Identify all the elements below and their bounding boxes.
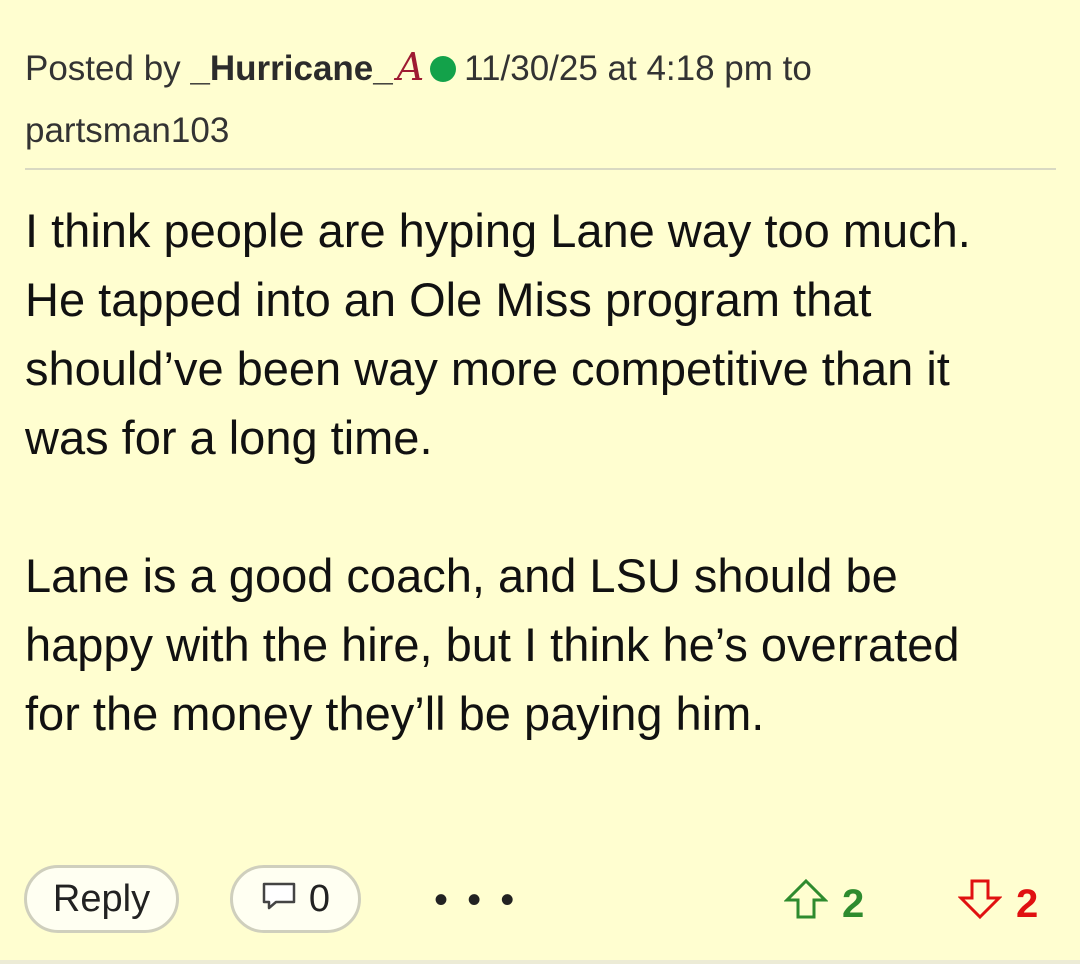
post-bottom-divider [0, 960, 1080, 964]
reply-button-label: Reply [52, 877, 151, 920]
arrow-down-icon [957, 878, 1003, 930]
online-status-icon [430, 56, 457, 82]
alabama-script-a-icon: A [396, 45, 425, 89]
post-paragraph: Lane is a good coach, and LSU should be … [25, 549, 960, 740]
posted-by-prefix: Posted by [25, 49, 181, 88]
header-divider [25, 168, 1056, 170]
post-header: Posted by _Hurricane_ A 11/30/25 at 4:18 p… [25, 36, 1055, 162]
post-paragraph: I think people are hyping Lane way too m… [25, 204, 971, 464]
author-username[interactable]: _Hurricane_ [190, 49, 392, 88]
comment-bubble-icon [261, 878, 297, 921]
reply-button[interactable]: Reply [24, 865, 179, 933]
post-body: I think people are hyping Lane way too m… [25, 196, 1065, 748]
comments-button[interactable]: 0 [230, 865, 361, 933]
downvote-count: 2 [1016, 881, 1039, 926]
post-timestamp: 11/30/25 at 4:18 pm [464, 49, 773, 88]
arrow-up-icon [783, 878, 829, 930]
upvote-button[interactable]: 2 [783, 878, 865, 930]
to-label: to [782, 49, 812, 88]
downvote-button[interactable]: 2 [957, 878, 1039, 930]
comment-count: 0 [308, 877, 331, 920]
more-options-button[interactable]: • • • [434, 880, 518, 920]
recipient-username[interactable]: partsman103 [25, 111, 229, 150]
upvote-count: 2 [842, 881, 865, 926]
